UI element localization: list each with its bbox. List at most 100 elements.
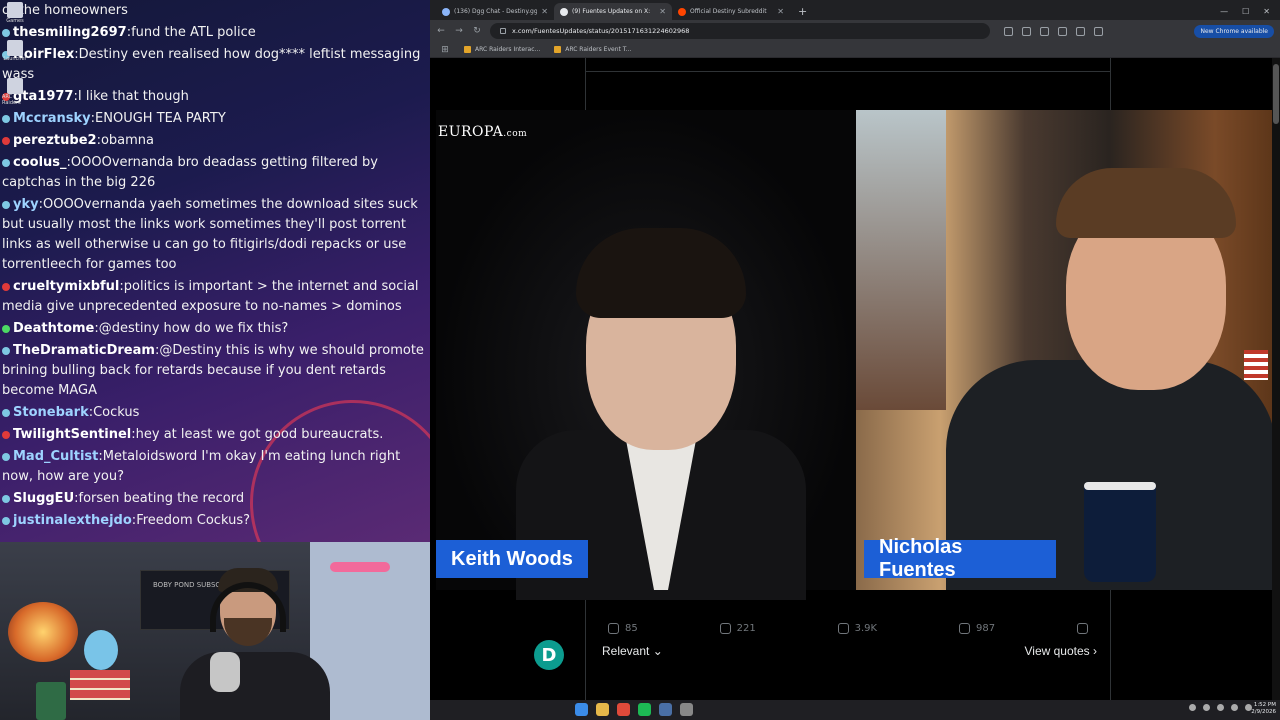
nameplate-left: Keith Woods: [436, 540, 588, 578]
like-count: 3.9K: [854, 622, 878, 634]
chat-text: OOOOvernanda yaeh sometimes the download…: [2, 197, 418, 272]
chat-username[interactable]: coolus_: [13, 155, 67, 170]
chrome-icon[interactable]: [617, 703, 630, 716]
share-icon[interactable]: [1022, 26, 1031, 36]
chat-message: pereztube2:obamna: [0, 130, 430, 152]
tab-label: Official Destiny Subreddit: [690, 8, 767, 15]
tray-icon[interactable]: [1203, 704, 1210, 711]
bookmark-icon: [958, 622, 970, 634]
bookmark-arc-interactive[interactable]: ARC Raiders Interac...: [464, 46, 540, 53]
file-explorer-icon[interactable]: [596, 703, 609, 716]
start-icon[interactable]: [575, 703, 588, 716]
extensions-puzzle-icon[interactable]: [1076, 26, 1085, 36]
bookmark-favicon-icon: [464, 46, 471, 53]
chat-username[interactable]: SluggEU: [13, 491, 74, 506]
wifi-icon[interactable]: [1231, 704, 1238, 711]
chat-message: TheDramaticDream:@Destiny this is why we…: [0, 340, 430, 402]
reload-icon[interactable]: ↻: [472, 26, 482, 36]
back-icon[interactable]: ←: [436, 26, 446, 36]
zoom-icon[interactable]: [1004, 26, 1013, 36]
clock-date: 2/9/2026: [1251, 709, 1276, 715]
coffee-mug: [1084, 482, 1156, 582]
chat-text: obamna: [100, 133, 154, 148]
profile-icon[interactable]: [1094, 26, 1103, 36]
tab-dgg-chat[interactable]: (136) Dgg Chat - Destiny.gg ✕: [436, 3, 554, 20]
steam-icon[interactable]: [659, 703, 672, 716]
site-info-icon[interactable]: [500, 28, 506, 34]
scrollbar-thumb[interactable]: [1273, 64, 1279, 124]
chat-text: ENOUGH TEA PARTY: [95, 111, 226, 126]
figurine: [84, 630, 118, 670]
forward-icon[interactable]: →: [454, 26, 464, 36]
minimize-button[interactable]: —: [1220, 7, 1228, 16]
tab-fuentes-updates[interactable]: (9) Fuentes Updates on X: ✕: [554, 3, 672, 20]
page-scrollbar[interactable]: [1272, 58, 1280, 700]
chat-username[interactable]: justinalexthejdo: [13, 513, 132, 528]
chat-username[interactable]: Stonebark: [13, 405, 89, 420]
like-button[interactable]: 3.9K: [837, 620, 878, 636]
app-icon[interactable]: [680, 703, 693, 716]
apps-grid-icon[interactable]: ⊞: [440, 45, 450, 55]
chat-username[interactable]: crueltymixbful: [13, 279, 119, 294]
desktop-icon-launcher[interactable]: Launcher: [2, 40, 28, 74]
chat-username[interactable]: Mad_Cultist: [13, 449, 98, 464]
chat-text: forsen beating the record: [78, 491, 245, 506]
background-window: [856, 110, 946, 410]
chevron-right-icon: ›: [1093, 644, 1097, 658]
x-post-page: EUROPA.com Keith Woods Nicholas Fuentes …: [430, 58, 1280, 700]
x-favicon-icon: [560, 7, 568, 16]
bookmark-arc-event[interactable]: ARC Raiders Event T...: [554, 46, 631, 53]
tray-icon[interactable]: [1189, 704, 1196, 711]
close-icon[interactable]: ✕: [659, 7, 666, 16]
chat-message: of the homeowners: [0, 0, 430, 22]
close-icon[interactable]: ✕: [541, 7, 548, 16]
tab-destiny-subreddit[interactable]: Official Destiny Subreddit ✕: [672, 3, 790, 20]
europa-logo: EUROPA.com: [438, 124, 527, 140]
sort-label: Relevant: [602, 644, 650, 658]
reply-count: 85: [625, 622, 638, 634]
lamp: [8, 602, 78, 662]
spotify-icon[interactable]: [638, 703, 651, 716]
repost-icon: [719, 622, 731, 634]
url-field[interactable]: x.com/FuentesUpdates/status/201517163122…: [490, 23, 990, 39]
chat-text: @destiny how do we fix this?: [98, 321, 289, 336]
chat-message: yky:OOOOvernanda yaeh sometimes the down…: [0, 194, 430, 276]
chat-username[interactable]: TwilightSentinel: [13, 427, 131, 442]
tab-bar: (136) Dgg Chat - Destiny.gg ✕ (9) Fuente…: [430, 0, 1280, 20]
desktop-icon-games[interactable]: Games: [2, 2, 28, 36]
reply-icon: [608, 622, 619, 634]
chat-username[interactable]: yky: [13, 197, 39, 212]
new-tab-button[interactable]: +: [790, 3, 815, 20]
sort-dropdown[interactable]: Relevant ⌄: [602, 644, 663, 658]
logo-suffix-text: .com: [503, 129, 528, 139]
chrome-update-button[interactable]: New Chrome available: [1194, 24, 1274, 38]
chevron-down-icon: ⌄: [652, 644, 663, 658]
nameplate-right: Nicholas Fuentes: [864, 536, 1056, 581]
bookmark-favicon-icon: [554, 46, 562, 53]
reply-button[interactable]: 85: [608, 620, 638, 636]
share-button[interactable]: [1076, 620, 1088, 636]
repost-button[interactable]: 221: [719, 620, 756, 636]
browser-window: (136) Dgg Chat - Destiny.gg ✕ (9) Fuente…: [430, 0, 1280, 700]
embedded-video[interactable]: EUROPA.com Keith Woods Nicholas Fuentes: [436, 110, 1278, 600]
chat-username[interactable]: pereztube2: [13, 133, 97, 148]
tray-icon[interactable]: [1217, 704, 1224, 711]
bookmark-star-icon[interactable]: [1040, 26, 1049, 36]
window-controls: — ☐ ✕: [1220, 7, 1280, 20]
desktop-icon-arc-raiders[interactable]: ARC Raiders: [2, 78, 28, 112]
maximize-button[interactable]: ☐: [1242, 7, 1249, 16]
extension-icon[interactable]: [1058, 26, 1067, 36]
chat-message: NoirFlex:Destiny even realised how dog**…: [0, 44, 430, 86]
chat-username[interactable]: Deathtome: [13, 321, 94, 336]
url-text: x.com/FuentesUpdates/status/201517163122…: [512, 27, 690, 35]
chat-username[interactable]: TheDramaticDream: [13, 343, 155, 358]
view-quotes-link[interactable]: View quotes ›: [1025, 644, 1098, 658]
bookmark-label: ARC Raiders Interac...: [475, 46, 541, 53]
close-icon[interactable]: ✕: [777, 7, 784, 16]
bookmark-button[interactable]: 987: [958, 620, 995, 636]
chat-username[interactable]: thesmiling2697: [13, 25, 127, 40]
taskbar-clock[interactable]: 1:52 PM 2/9/2026: [1251, 702, 1276, 716]
close-window-button[interactable]: ✕: [1263, 7, 1270, 16]
desktop-icon-label: Games: [6, 18, 24, 24]
user-badge-icon: [2, 430, 10, 439]
